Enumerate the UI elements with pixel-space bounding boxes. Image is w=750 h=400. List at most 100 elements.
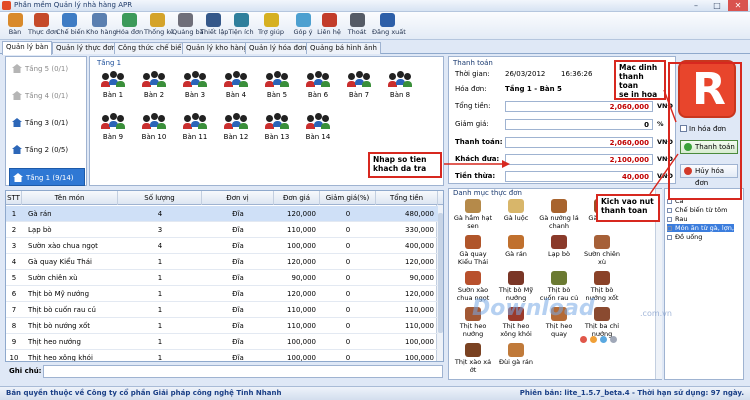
floor-item[interactable]: Tầng 2 (0/5): [9, 141, 85, 159]
table-label: Bàn 1: [102, 91, 124, 99]
toolbar-icon: [91, 13, 107, 27]
table-row[interactable]: 10 Thịt heo xông khói 1 Đĩa 100,000 0 100,000: [6, 350, 438, 362]
toolbar-label: Trợ giúp: [258, 28, 284, 36]
table-12[interactable]: Bàn 12: [219, 113, 253, 145]
dish-photo: [594, 271, 610, 285]
table-cell: Gà quay Kiểu Thái: [28, 258, 92, 266]
toolbar-icon: [379, 13, 395, 27]
people-icon: [347, 71, 371, 89]
scroll-thumb[interactable]: [438, 213, 443, 333]
table-row[interactable]: 9 Thịt heo nướng 1 Đĩa 100,000 0 100,000: [6, 334, 438, 350]
dish-item[interactable]: Gà rán: [496, 235, 536, 258]
floor-item[interactable]: Tầng 4 (0/1): [9, 87, 85, 105]
column-header: Số lượng: [118, 191, 202, 205]
toolbar-icon: [263, 13, 279, 27]
table-2[interactable]: Bàn 2: [137, 71, 171, 103]
toolbar-label: Tiện ích: [228, 28, 254, 36]
toolbar-button-11[interactable]: Liên hệ: [316, 13, 342, 40]
table-row[interactable]: 4 Gà quay Kiểu Thái 1 Đĩa 120,000 0 120,000: [6, 254, 438, 270]
table-cell: 1: [157, 338, 163, 346]
dish-item[interactable]: Đùi gà rán: [496, 343, 536, 366]
table-label: Bàn 9: [102, 133, 124, 141]
maximize-button[interactable]: □: [707, 0, 727, 11]
category-item[interactable]: Đồ uống: [667, 233, 702, 241]
table-cell: Thịt bò Mỹ nướng: [28, 290, 90, 298]
table-cell: 400,000: [405, 242, 434, 250]
table-row[interactable]: 8 Thịt bò nướng xốt 1 Đĩa 110,000 0 110,000: [6, 318, 438, 334]
toolbar-button-4[interactable]: Hóa đơn: [116, 13, 143, 40]
tree-node-icon: [667, 226, 672, 231]
toolbar-button-6[interactable]: Quảng bá: [172, 13, 204, 40]
toolbar-button-9[interactable]: Trợ giúp: [258, 13, 284, 40]
table-row[interactable]: 6 Thịt bò Mỹ nướng 1 Đĩa 120,000 0 120,000: [6, 286, 438, 302]
table-cell: 90,000: [291, 274, 317, 282]
table-11[interactable]: Bàn 11: [178, 113, 212, 145]
floor-item[interactable]: Tầng 1 (9/14): [9, 168, 85, 186]
toolbar-button-7[interactable]: Thiết lập: [200, 13, 228, 40]
toolbar-button-5[interactable]: Thống kê: [144, 13, 174, 40]
dish-item[interactable]: Sườn chiên xù: [582, 235, 622, 266]
dish-name: Gà quay Kiểu Thái: [457, 250, 489, 266]
tab-3[interactable]: Quản lý kho hàng: [182, 42, 252, 54]
toolbar-label: Bàn: [8, 28, 22, 36]
toolbar-button-2[interactable]: Chế biến: [56, 13, 85, 40]
table-row[interactable]: 1 Gà rán 4 Đĩa 120,000 0 480,000: [6, 206, 438, 222]
table-cell: 1: [157, 290, 163, 298]
table-3[interactable]: Bàn 3: [178, 71, 212, 103]
table-cell: 9: [11, 338, 17, 346]
tab-4[interactable]: Quản lý hóa đơn: [245, 42, 311, 54]
table-10[interactable]: Bàn 10: [137, 113, 171, 145]
people-icon: [183, 113, 207, 131]
table-cell: Đĩa: [232, 290, 244, 298]
table-5[interactable]: Bàn 5: [260, 71, 294, 103]
main-toolbar: Bàn Thực đơn Chế biến Kho hàng Hóa đơn Thống …: [0, 12, 750, 40]
toolbar-button-10[interactable]: Góp ý: [290, 13, 316, 40]
table-14[interactable]: Bàn 14: [301, 113, 335, 145]
close-button[interactable]: ✕: [728, 0, 748, 11]
minimize-button[interactable]: –: [686, 0, 706, 11]
tab-5[interactable]: Quảng bá hình ảnh: [306, 42, 381, 54]
table-4[interactable]: Bàn 4: [219, 71, 253, 103]
dish-name: Thịt xào xả ớt: [454, 358, 492, 374]
table-9[interactable]: Bàn 9: [96, 113, 130, 145]
tab-0[interactable]: Quản lý bàn: [2, 41, 53, 55]
people-icon: [224, 113, 248, 131]
dish-name: Thịt heo nướng: [459, 322, 487, 338]
table-7[interactable]: Bàn 7: [342, 71, 376, 103]
dish-photo: [594, 307, 610, 321]
table-row[interactable]: 2 Lạp bò 3 Đĩa 110,000 0 330,000: [6, 222, 438, 238]
table-6[interactable]: Bàn 6: [301, 71, 335, 103]
table-row[interactable]: 7 Thịt bò cuốn rau củ 1 Đĩa 110,000 0 110,000: [6, 302, 438, 318]
tab-2[interactable]: Công thức chế biến: [114, 42, 190, 54]
table-label: Bàn 11: [182, 133, 208, 141]
toolbar-button-12[interactable]: Thoát: [344, 13, 370, 40]
dish-item[interactable]: Lạp bò: [539, 235, 579, 258]
dish-photo: [508, 235, 524, 249]
table-cell: 0: [345, 242, 351, 250]
tab-1[interactable]: Quản lý thực đơn: [52, 42, 121, 54]
table-label: Bàn 4: [225, 91, 247, 99]
toolbar-button-8[interactable]: Tiện ích: [228, 13, 254, 40]
table-cell: Đĩa: [232, 354, 244, 362]
table-row[interactable]: 5 Sườn chiên xù 1 Đĩa 90,000 0 90,000: [6, 270, 438, 286]
dish-item[interactable]: Gà quay Kiểu Thái: [453, 235, 493, 266]
table-8[interactable]: Bàn 8: [383, 71, 417, 103]
toolbar-button-0[interactable]: Bàn: [2, 13, 28, 40]
table-row[interactable]: 3 Sườn xào chua ngọt 4 Đĩa 100,000 0 400,000: [6, 238, 438, 254]
floor-item[interactable]: Tầng 5 (0/1): [9, 60, 85, 78]
table-cell: 4: [11, 258, 17, 266]
category-item[interactable]: Món ăn từ gà, lợn,: [667, 224, 734, 232]
floor-item[interactable]: Tầng 3 (0/1): [9, 114, 85, 132]
order-grid-header: STT Tên món Số lượng Đơn vị Đơn giá Giảm giá(…: [6, 191, 443, 205]
toolbar-icon: [149, 13, 165, 27]
toolbar-button-3[interactable]: Kho hàng: [86, 13, 117, 40]
table-13[interactable]: Bàn 13: [260, 113, 294, 145]
toolbar-button-13[interactable]: Đăng xuất: [372, 13, 406, 40]
toolbar-button-1[interactable]: Thực đơn: [28, 13, 58, 40]
note-input[interactable]: [43, 365, 443, 378]
table-1[interactable]: Bàn 1: [96, 71, 130, 103]
dish-item[interactable]: Thịt xào xả ớt: [453, 343, 493, 374]
table-cell: Đĩa: [232, 242, 244, 250]
table-cell: 1: [157, 274, 163, 282]
note-label: Ghi chú:: [9, 367, 42, 375]
